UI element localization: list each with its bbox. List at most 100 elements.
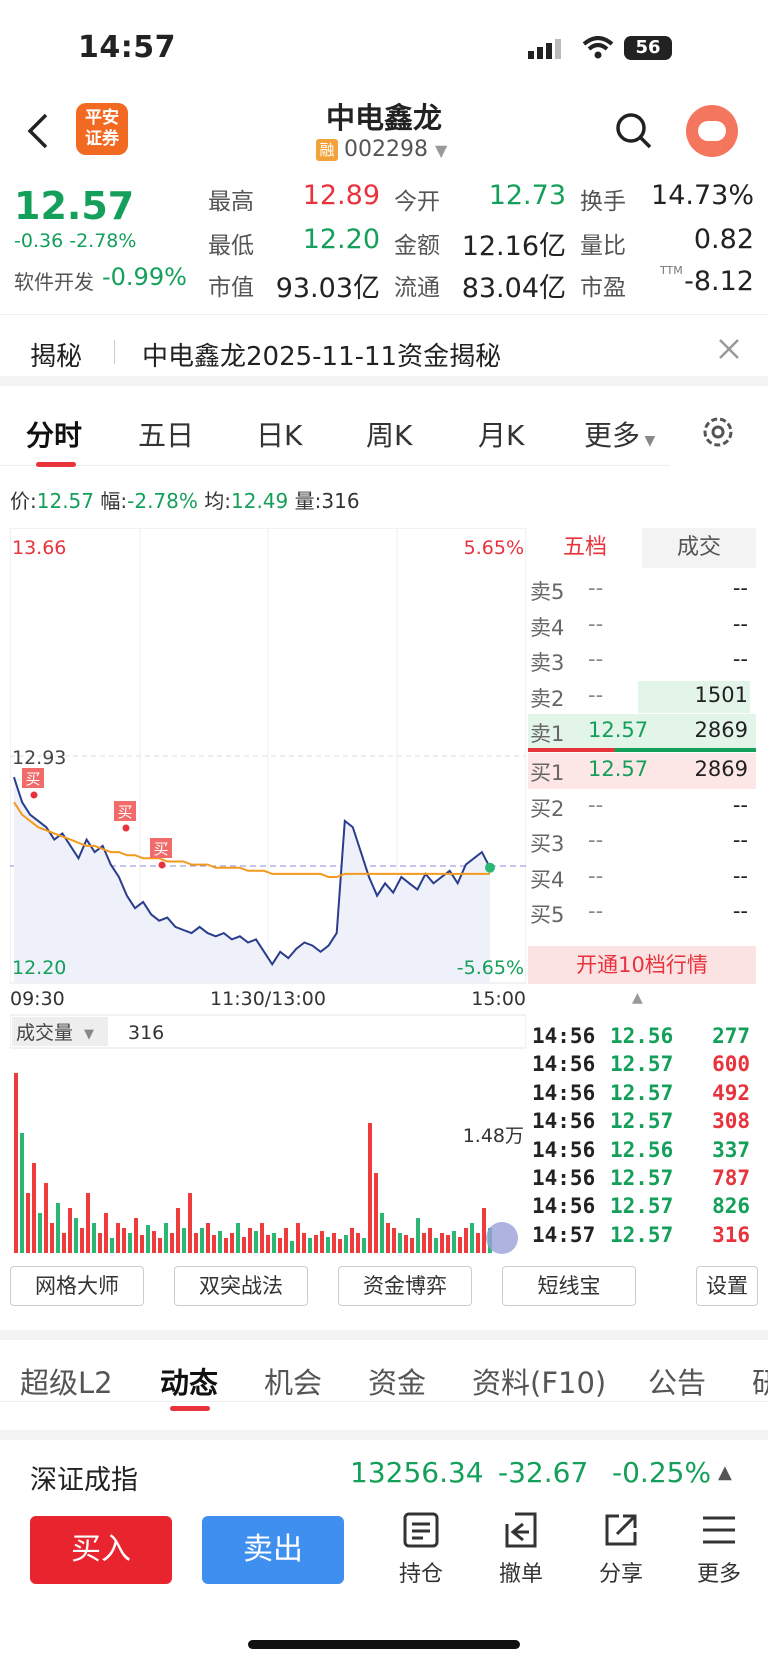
cancel-order-button[interactable]: 撤单 (486, 1510, 556, 1588)
bid-level-row[interactable]: 买4 -- -- (528, 860, 756, 896)
more-button[interactable]: 更多 (684, 1510, 754, 1588)
sell-button[interactable]: 卖出 (202, 1516, 344, 1584)
tick-time: 14:56 (532, 1166, 596, 1190)
info-vol: 316 (321, 489, 360, 513)
level-price: -- (588, 682, 604, 707)
level-label: 买2 (530, 796, 565, 821)
battery-icon: 56 (624, 36, 672, 60)
volume-bar (296, 1223, 300, 1253)
close-icon[interactable] (718, 338, 740, 360)
ask-level-row[interactable]: 卖3 -- -- (528, 643, 756, 679)
level-label: 卖5 (530, 580, 565, 604)
volume-bar (200, 1228, 204, 1253)
sector-name[interactable]: 软件开发 (14, 266, 94, 295)
tab-indicator (36, 462, 76, 467)
tab-5day[interactable]: 五日 (138, 414, 194, 454)
search-icon[interactable] (614, 111, 654, 151)
level-price: -- (588, 792, 604, 817)
sector-pct: -0.99% (102, 263, 187, 291)
cancel-order-icon (505, 1512, 537, 1548)
action-bar: 买入 卖出 持仓 撤单 分享 更多 (0, 1500, 768, 1663)
chevron-down-icon: ▼ (84, 1027, 94, 1042)
volume-bar (314, 1235, 318, 1253)
info-pct: -2.78% (127, 489, 198, 513)
volume-bar (236, 1223, 240, 1253)
open-label: 今开 (394, 189, 440, 215)
trade-tick-row: 14:56 12.57 787 (532, 1166, 756, 1190)
tool-short-term[interactable]: 短线宝 (502, 1266, 636, 1306)
tab-monthly-k[interactable]: 月K (478, 414, 524, 454)
level-volume: -- (732, 828, 748, 853)
quote-panel: 12.57 -0.36 -2.78% 软件开发 -0.99% 最高 12.89 … (0, 180, 768, 315)
tab-opportunity[interactable]: 机会 (264, 1360, 322, 1402)
tool-double-breakout[interactable]: 双突战法 (174, 1266, 308, 1306)
holdings-button[interactable]: 持仓 (386, 1510, 456, 1588)
tab-f10[interactable]: 资料(F10) (472, 1360, 606, 1402)
bid-level-row[interactable]: 买1 12.57 2869 (528, 753, 756, 789)
volume-bar (344, 1235, 348, 1253)
bid-level-row[interactable]: 买3 -- -- (528, 824, 756, 860)
tick-price: 12.56 (610, 1024, 674, 1048)
ask-level-row[interactable]: 卖4 -- -- (528, 608, 756, 644)
level-volume: 1501 (694, 682, 748, 707)
volume-bar (452, 1231, 456, 1253)
margin-badge: 融 (316, 139, 338, 161)
buy-button[interactable]: 买入 (30, 1516, 172, 1584)
tool-fund-game[interactable]: 资金博弈 (338, 1266, 472, 1306)
ask-level-row[interactable]: 卖5 -- -- (528, 572, 756, 608)
assistant-avatar[interactable] (686, 105, 738, 157)
tab-five-levels[interactable]: 五档 (528, 528, 642, 568)
level-label: 卖3 (530, 651, 565, 676)
tick-price: 12.56 (610, 1137, 674, 1162)
turnover-value: 14.73% (651, 180, 754, 211)
ask-level-row[interactable]: 卖2 -- 1501 (528, 679, 756, 715)
trade-tick-row: 14:56 12.57 600 (532, 1052, 756, 1076)
chevron-up-icon[interactable]: ▲ (718, 1462, 732, 1483)
level-price: -- (588, 647, 604, 672)
volume-bar (140, 1235, 144, 1253)
volume-bar (86, 1193, 90, 1253)
volume-bar (392, 1228, 396, 1253)
volume-bar (218, 1231, 222, 1253)
tab-daily-k[interactable]: 日K (256, 414, 302, 454)
tab-funds[interactable]: 资金 (368, 1360, 426, 1402)
volume-bar (440, 1233, 444, 1253)
collapse-up-icon[interactable]: ▲ (632, 990, 643, 1006)
tool-settings[interactable]: 设置 (696, 1266, 758, 1306)
tab-super-l2[interactable]: 超级L2 (20, 1360, 113, 1402)
level-label: 卖2 (530, 686, 565, 711)
bid-level-row[interactable]: 买5 -- -- (528, 895, 756, 931)
signal-icon (528, 39, 561, 59)
volume-bar (68, 1208, 72, 1253)
volume-bar (116, 1223, 120, 1253)
tab-announcement[interactable]: 公告 (648, 1360, 706, 1402)
status-bar: 14:57 56 (0, 0, 768, 95)
gear-icon[interactable] (700, 414, 736, 450)
tab-intraday[interactable]: 分时 (26, 414, 82, 454)
volume-bar (350, 1228, 354, 1253)
tab-news-feed[interactable]: 动态 (160, 1360, 218, 1402)
cap-value: 93.03亿 (275, 273, 380, 304)
bid-level-row[interactable]: 买2 -- -- (528, 789, 756, 825)
level-price: 12.57 (588, 718, 649, 743)
intraday-chart[interactable]: 买买买 13.66 12.93 12.20 5.65% -5.65% 09:30… (10, 528, 526, 1256)
tab-weekly-k[interactable]: 周K (366, 414, 412, 454)
stock-code[interactable]: 002298 ▼ (344, 137, 447, 162)
open-10-levels-button[interactable]: 开通10档行情 (528, 946, 756, 984)
tick-time: 14:56 (532, 1080, 596, 1105)
fund-reveal-banner[interactable]: 揭秘 中电鑫龙2025-11-11资金揭秘 (0, 318, 768, 386)
volume-bar (128, 1233, 132, 1253)
trade-tick-row: 14:57 12.57 316 (532, 1223, 756, 1247)
tab-more[interactable]: 更多 ▼ (584, 414, 655, 454)
tab-research[interactable]: 研 (752, 1360, 768, 1402)
trade-tick-row: 14:56 12.56 277 (532, 1024, 756, 1048)
share-button[interactable]: 分享 (586, 1510, 656, 1588)
volume-bar (158, 1238, 162, 1253)
ask-level-row[interactable]: 卖1 12.57 2869 (528, 714, 756, 751)
tool-grid-master[interactable]: 网格大师 (10, 1266, 144, 1306)
index-ticker[interactable]: 深证成指 13256.34 -32.67 -0.25% ▲ (0, 1430, 768, 1500)
level-volume: -- (732, 899, 748, 924)
volume-bar (470, 1223, 474, 1253)
volume-bar (98, 1233, 102, 1253)
tab-trades[interactable]: 成交 (642, 528, 756, 568)
